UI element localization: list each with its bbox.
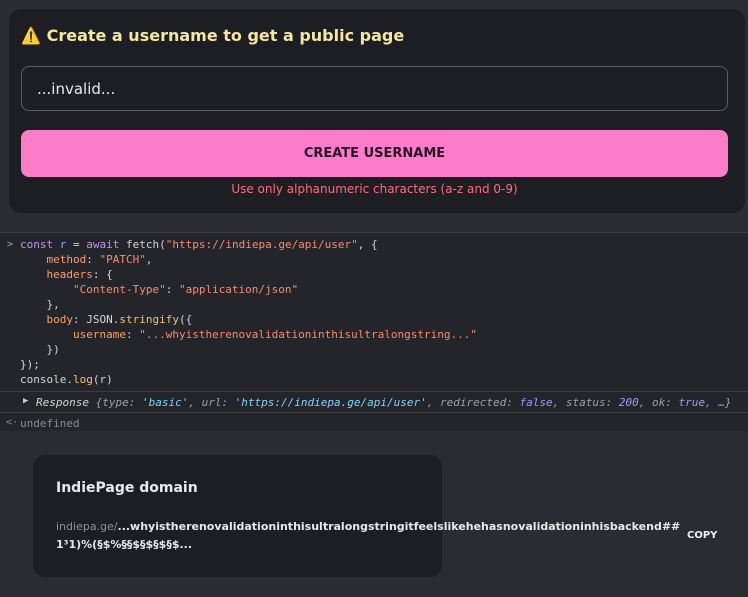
copy-button[interactable]: COPY	[687, 530, 717, 541]
console-input-block: > const r = await fetch("https://indiepa…	[0, 233, 748, 389]
console-code: const r = await fetch("https://indiepa.g…	[20, 237, 477, 387]
code-line-6: body: JSON.stringify({	[46, 313, 193, 326]
return-arrow-icon: <·	[6, 417, 19, 428]
indiepage-domain-card: IndiePage domain indiepa.ge/...whyisther…	[33, 455, 680, 577]
return-value-row: <· undefined	[0, 415, 748, 431]
code-line-5: },	[20, 298, 60, 311]
code-line-9: });	[20, 358, 40, 371]
code-line-10: console.log(r)	[20, 373, 113, 386]
warning-title: Create a username to get a public page	[46, 26, 405, 45]
domain-username: ...whyistherenovalidationinthisultralong…	[56, 520, 681, 551]
create-username-button[interactable]: CREATE USERNAME	[21, 130, 728, 177]
response-log-row[interactable]: ▶ Response {type: 'basic', url: 'https:/…	[0, 391, 748, 413]
domain-prefix: indiepa.ge/	[56, 520, 118, 533]
code-line-8: })	[20, 343, 60, 356]
code-line-1: const r = await fetch("https://indiepa.g…	[20, 238, 378, 251]
domain-url: indiepa.ge/...whyistherenovalidationinth…	[56, 518, 681, 554]
warning-icon: ⚠️	[21, 26, 41, 45]
return-value: undefined	[20, 417, 80, 430]
domain-title: IndiePage domain	[56, 480, 198, 496]
code-line-2: method: "PATCH",	[46, 253, 153, 266]
devtools-console: > const r = await fetch("https://indiepa…	[0, 232, 748, 431]
warning-heading: ⚠️ Create a username to get a public pag…	[21, 26, 404, 45]
response-summary: Response {type: 'basic', url: 'https://i…	[36, 396, 732, 409]
code-line-4: "Content-Type": "application/json"	[72, 283, 299, 296]
username-input[interactable]	[21, 66, 728, 111]
code-line-7: username: "...whyistherenovalidationinth…	[72, 328, 477, 341]
error-message: Use only alphanumeric characters (a-z an…	[231, 182, 518, 196]
code-line-3: headers: {	[46, 268, 113, 281]
create-username-card: ⚠️ Create a username to get a public pag…	[9, 9, 745, 213]
chevron-right-icon: >	[7, 239, 14, 250]
expand-triangle-icon[interactable]: ▶	[23, 396, 28, 406]
